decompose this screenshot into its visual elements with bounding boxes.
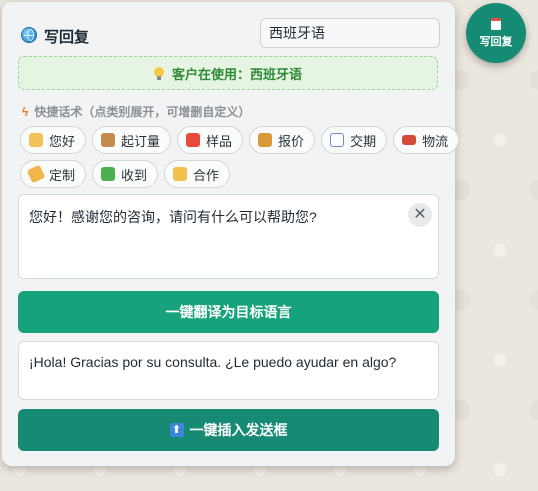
insert-button-label: 一键插入发送框	[189, 422, 288, 438]
tag-icon	[26, 164, 46, 184]
status-text: 客户在使用：西班牙语	[171, 66, 302, 82]
up-arrow-icon: ⬆	[169, 423, 184, 437]
panel-title: 写回复	[44, 29, 90, 46]
clear-icon[interactable]: ✕	[408, 203, 432, 227]
package-icon	[101, 133, 116, 147]
target-language-input[interactable]: 西班牙语	[260, 18, 440, 48]
chip-hello[interactable]: 您好	[20, 126, 87, 154]
lightning-icon: ϟ	[22, 105, 29, 119]
chip-received[interactable]: 收到	[92, 160, 159, 188]
check-icon	[101, 167, 116, 181]
waving-hand-icon	[29, 133, 43, 147]
chip-cooperate[interactable]: 合作	[164, 160, 231, 188]
gift-icon	[186, 133, 201, 147]
calendar-icon	[330, 133, 345, 147]
chip-sample[interactable]: 样品	[177, 126, 244, 154]
write-reply-fab[interactable]: 写回复	[466, 3, 526, 63]
chip-logistics[interactable]: 物流	[393, 126, 460, 154]
panel-header: 写回复 西班牙语	[18, 18, 440, 52]
chip-quote[interactable]: 报价	[249, 126, 316, 154]
chip-moq[interactable]: 起订量	[92, 126, 172, 154]
customer-language-status: 客户在使用：西班牙语	[18, 56, 438, 90]
quick-replies-label: ϟ 快捷话术（点类别展开，可增删自定义）	[22, 105, 251, 119]
insert-button[interactable]: ⬆ 一键插入发送框	[18, 409, 439, 451]
chip-custom[interactable]: 定制	[20, 160, 87, 188]
chip-delivery[interactable]: 交期	[321, 126, 388, 154]
reply-panel: 写回复 西班牙语 客户在使用：西班牙语 ϟ 快捷话术（点类别展开，可增删自定义） …	[2, 2, 460, 466]
globe-icon	[21, 27, 37, 43]
lightbulb-icon	[153, 66, 164, 80]
handshake-icon	[173, 167, 188, 181]
reply-input[interactable]: 您好！感谢您的咨询，请问有什么可以帮助您? ✕	[18, 194, 439, 279]
truck-icon	[402, 135, 417, 145]
quick-reply-chips: 您好 起订量 样品 报价 交期 物流 定制 收到 合作	[20, 126, 460, 194]
fab-label: 写回复	[479, 36, 513, 48]
translation-result[interactable]: ¡Hola! Gracias por su consulta. ¿Le pued…	[18, 341, 439, 400]
translation-text: ¡Hola! Gracias por su consulta. ¿Le pued…	[29, 354, 397, 370]
money-bag-icon	[258, 133, 273, 147]
reply-input-text: 您好！感谢您的咨询，请问有什么可以帮助您?	[29, 209, 317, 225]
memo-icon	[491, 18, 501, 30]
translate-button[interactable]: 一键翻译为目标语言	[18, 291, 439, 333]
